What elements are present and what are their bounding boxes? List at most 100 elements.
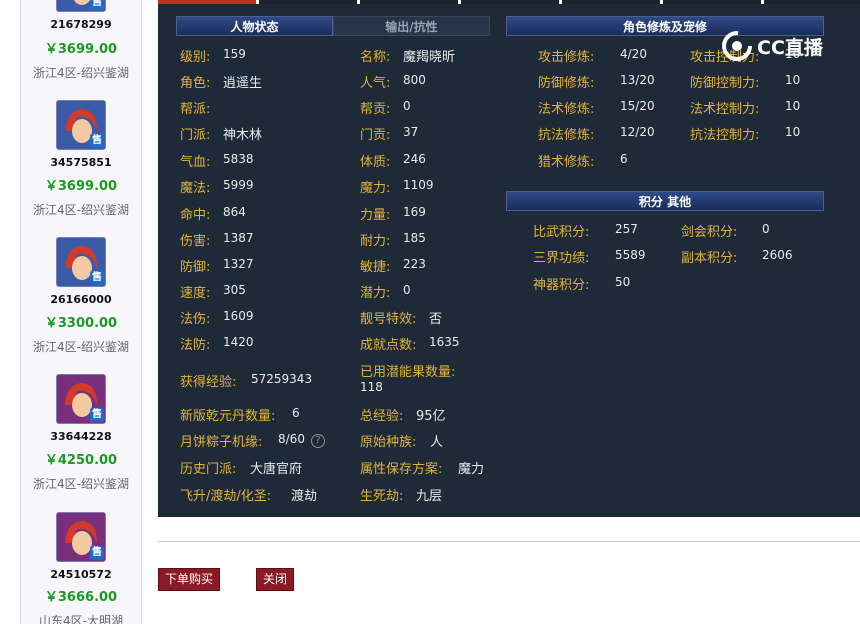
constitution-value: 246 [403,152,426,166]
exp-value: 57259343 [251,372,313,386]
listing-id: 21678299 [50,18,112,31]
potential-value: 0 [403,283,411,297]
guild-contrib-value: 0 [403,99,411,113]
artifact-points-label: 神器积分: [533,278,590,293]
sale-badge: 售 [90,0,104,10]
school-contrib-value: 37 [403,125,419,139]
sale-badge: 售 [90,134,104,148]
hunt-cult-value: 6 [620,152,628,166]
vanity-id-label: 靓号特效: [360,312,417,327]
listing-server: 浙江4区-绍兴鉴湖 [33,203,129,217]
resist-ctrl-label: 抗法控制力: [690,128,760,143]
listing-server: 浙江4区-绍兴鉴湖 [33,340,129,354]
merit-value: 5589 [615,248,646,262]
magic-power-label: 魔力: [360,181,391,196]
history-school-value: 大唐官府 [250,462,303,477]
rebirth-value: 九层 [416,489,443,504]
listing-price: ￥3699.00 [44,42,118,57]
dungeon-points-value: 2606 [762,248,793,262]
achievement-value: 1635 [429,335,460,349]
magic-power-value: 1109 [403,178,434,192]
attr-save-value: 魔力 [458,462,485,477]
sale-badge: 售 [90,408,104,422]
potential-fruit-label: 已用潜能果数量: [360,365,456,380]
qianyuan-value: 6 [292,406,300,420]
merit-label: 三界功绩: [533,251,590,266]
magic-defense-label: 法防: [180,338,211,353]
tab-output-resist[interactable]: 输出/抗性 [333,16,490,36]
listing-sidebar: 售 21678299 ￥3699.00 浙江4区-绍兴鉴湖 售 34575851… [20,0,142,624]
pvp-points-value: 257 [615,222,638,236]
popularity-label: 人气: [360,76,391,91]
cc-live-watermark: CC直播 [720,28,823,64]
school-label: 门派: [180,128,211,143]
constitution-label: 体质: [360,155,391,170]
magic-defense-value: 1420 [223,335,254,349]
listing-id: 33644228 [50,430,112,443]
tab-character-status[interactable]: 人物状态 [176,16,333,36]
qianyuan-label: 新版乾元丹数量: [180,409,276,424]
resist-cult-value: 12/20 [620,125,655,139]
hit-label: 命中: [180,208,211,223]
listing-price: ￥3666.00 [44,590,118,605]
magic-cult-label: 法术修炼: [538,102,595,117]
close-button[interactable]: 关闭 [256,568,294,591]
level-label: 级别: [180,50,211,65]
defense-cult-value: 13/20 [620,73,655,87]
total-exp-value: 95亿 [416,409,446,424]
level-value: 159 [223,47,246,61]
sale-badge: 售 [90,546,104,560]
name-value: 魔羯晓昕 [403,50,456,65]
listing-id: 24510572 [50,568,112,581]
artifact-points-value: 50 [615,275,631,289]
speed-value: 305 [223,283,246,297]
strength-label: 力量: [360,208,391,223]
avatar[interactable]: 售 [56,512,106,562]
role-detail-panel: 人物状态 输出/抗性 级别: 159 角色: 逍遥生 帮派: 门派: 神木林 气… [158,4,860,517]
defense-value: 1327 [223,257,254,271]
exp-label: 获得经验: [180,375,237,390]
hp-value: 5838 [223,152,254,166]
agility-value: 223 [403,257,426,271]
attack-cult-label: 攻击修炼: [538,50,595,65]
agility-label: 敏捷: [360,260,391,275]
potential-fruit-value: 118 [360,380,383,394]
listing-server: 山东4区-大明湖 [39,614,123,624]
mooncake-label: 月饼粽子机缘: [180,435,263,450]
role-label: 角色: [180,76,211,91]
listing-price: ￥3300.00 [44,316,118,331]
sale-badge: 售 [90,271,104,285]
vanity-id-value: 否 [429,312,443,327]
order-button[interactable]: 下单购买 [158,568,220,591]
help-icon[interactable]: ? [311,434,325,448]
divider [158,541,860,542]
magic-ctrl-label: 法术控制力: [690,102,760,117]
magic-damage-label: 法伤: [180,312,211,327]
avatar[interactable]: 售 [56,237,106,287]
magic-ctrl-value: 10 [785,99,801,113]
endurance-value: 185 [403,231,426,245]
hunt-cult-label: 猎术修炼: [538,155,595,170]
magic-cult-value: 15/20 [620,99,655,113]
damage-label: 伤害: [180,234,211,249]
listing-id: 34575851 [50,156,112,169]
mp-value: 5999 [223,178,254,192]
sword-points-value: 0 [762,222,770,236]
avatar[interactable]: 售 [56,100,106,150]
pvp-points-label: 比武积分: [533,225,590,240]
watermark-text: CC直播 [757,36,823,59]
defense-ctrl-label: 防御控制力: [690,76,760,91]
listing-server: 浙江4区-绍兴鉴湖 [33,477,129,491]
defense-cult-label: 防御修炼: [538,76,595,91]
original-race-label: 原始种族: [360,435,417,450]
guild-contrib-label: 帮贡: [360,102,391,117]
school-value: 神木林 [223,128,263,143]
ascend-value: 渡劫 [291,489,318,504]
rebirth-label: 生死劫: [360,489,404,504]
damage-value: 1387 [223,231,254,245]
mp-label: 魔法: [180,181,211,196]
history-school-label: 历史门派: [180,462,237,477]
avatar[interactable]: 售 [56,374,106,424]
points-header: 积分 其他 [506,191,824,211]
avatar[interactable]: 售 [56,0,106,12]
